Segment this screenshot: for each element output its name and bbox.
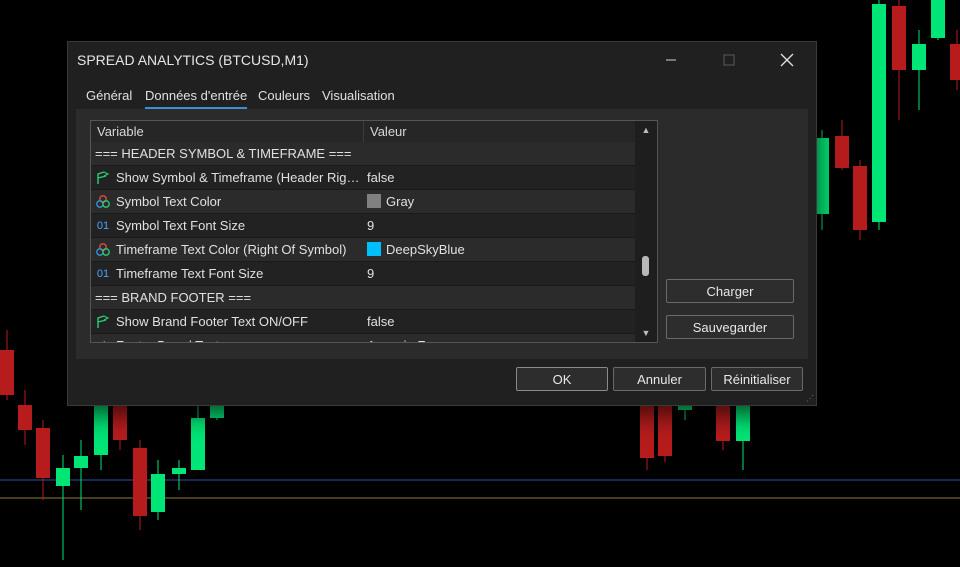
string-icon: ab	[95, 338, 111, 342]
candle-body	[950, 44, 960, 80]
minimize-icon[interactable]	[642, 42, 700, 78]
scroll-up-icon[interactable]: ▲	[636, 121, 656, 139]
candle-body	[716, 405, 730, 441]
candle-body	[191, 418, 205, 470]
candle-body	[0, 350, 14, 395]
variable-label: Symbol Text Font Size	[116, 218, 246, 233]
variable-cell: Show Brand Footer Text ON/OFF	[91, 310, 363, 333]
scroll-down-icon[interactable]: ▼	[636, 324, 656, 342]
color-icon	[95, 242, 111, 258]
candle-body	[931, 0, 945, 38]
value-text: false	[367, 314, 395, 329]
variable-label: Show Symbol & Timeframe (Header Rig…	[116, 170, 360, 185]
candle-body	[18, 405, 32, 430]
candle-body	[133, 448, 147, 516]
save-button[interactable]: Sauvegarder	[666, 315, 794, 339]
value-cell[interactable]: DeepSkyBlue	[364, 238, 635, 261]
candle-body	[835, 136, 849, 168]
ok-button[interactable]: OK	[516, 367, 608, 391]
value-text: Avaquin Fx	[367, 338, 432, 342]
value-text: 9	[367, 218, 375, 233]
tab-inputs[interactable]: Données d'entrée	[145, 88, 248, 109]
variable-cell: 01 Timeframe Text Font Size	[91, 262, 363, 285]
value-cell[interactable]: Gray	[364, 190, 635, 213]
table-row[interactable]: 01 Symbol Text Font Size 9	[91, 214, 635, 238]
maximize-icon[interactable]	[700, 42, 758, 78]
color-icon	[95, 194, 111, 210]
candle-body	[912, 44, 926, 70]
tab-visualisation[interactable]: Visualisation	[322, 88, 395, 103]
table-row[interactable]: Timeframe Text Color (Right Of Symbol) De…	[91, 238, 635, 262]
candle-body	[892, 6, 906, 70]
column-header-value[interactable]: Valeur	[364, 121, 635, 142]
candle-body	[658, 405, 672, 456]
variable-cell: Symbol Text Color	[91, 190, 363, 213]
variable-label: Symbol Text Color	[116, 194, 222, 209]
column-header-variable[interactable]: Variable	[91, 121, 363, 142]
cancel-button[interactable]: Annuler	[613, 367, 706, 391]
int-icon: 01	[96, 220, 110, 232]
scroll-thumb[interactable]	[642, 256, 649, 276]
table-row[interactable]: Show Symbol & Timeframe (Header Rig… fals…	[91, 166, 635, 190]
variable-label: === BRAND FOOTER ===	[95, 290, 252, 305]
load-button[interactable]: Charger	[666, 279, 794, 303]
candle-body	[56, 468, 70, 486]
tab-general[interactable]: Général	[86, 88, 132, 103]
table-section-row[interactable]: === HEADER SYMBOL & TIMEFRAME ===	[91, 142, 635, 166]
variable-cell: 01 Symbol Text Font Size	[91, 214, 363, 237]
resize-grip-icon[interactable]: ⋰	[806, 394, 814, 403]
value-cell[interactable]: false	[364, 310, 635, 333]
candle-body	[36, 428, 50, 478]
value-text: DeepSkyBlue	[386, 242, 465, 257]
variable-label: Show Brand Footer Text ON/OFF	[116, 314, 308, 329]
value-text: 9	[367, 266, 375, 281]
variable-cell: ab Footer Brand Text	[91, 334, 363, 342]
int-icon: 01	[96, 268, 110, 280]
reset-button[interactable]: Réinitialiser	[711, 367, 803, 391]
value-text: Gray	[386, 194, 415, 209]
variable-label: === HEADER SYMBOL & TIMEFRAME ===	[95, 146, 352, 161]
value-cell[interactable]: 9	[364, 262, 635, 285]
candle-body	[736, 402, 750, 441]
close-icon[interactable]	[758, 42, 816, 78]
variable-cell: Show Symbol & Timeframe (Header Rig…	[91, 166, 363, 189]
tab-colors[interactable]: Couleurs	[258, 88, 310, 103]
value-cell[interactable]: 9	[364, 214, 635, 237]
bool-icon	[95, 314, 111, 330]
candle-body	[815, 138, 829, 214]
table-section-row[interactable]: === BRAND FOOTER ===	[91, 286, 635, 310]
value-cell[interactable]: false	[364, 166, 635, 189]
variable-cell: === HEADER SYMBOL & TIMEFRAME ===	[91, 142, 363, 165]
color-swatch	[367, 194, 381, 208]
settings-dialog: SPREAD ANALYTICS (BTCUSD,M1) Général Don…	[67, 41, 817, 406]
table-row[interactable]: Symbol Text Color Gray	[91, 190, 635, 214]
variable-label: Footer Brand Text	[116, 334, 219, 342]
variable-label: Timeframe Text Color (Right Of Symbol)	[116, 242, 347, 257]
bool-icon	[95, 170, 111, 186]
inputs-table: Variable Valeur === HEADER SYMBOL & TIME…	[90, 120, 658, 343]
table-scrollbar[interactable]: ▲ ▼	[636, 121, 656, 342]
value-cell[interactable]	[364, 286, 635, 309]
value-text: false	[367, 170, 395, 185]
variable-label: Timeframe Text Font Size	[116, 266, 264, 281]
value-cell[interactable]	[364, 142, 635, 165]
candle-body	[172, 468, 186, 474]
candle-body	[74, 456, 88, 468]
table-row[interactable]: 01 Timeframe Text Font Size 9	[91, 262, 635, 286]
value-cell[interactable]: Avaquin Fx	[364, 334, 635, 342]
table-row[interactable]: Show Brand Footer Text ON/OFF false	[91, 310, 635, 334]
window-title: SPREAD ANALYTICS (BTCUSD,M1)	[77, 52, 309, 68]
variable-cell: === BRAND FOOTER ===	[91, 286, 363, 309]
table-row[interactable]: ab Footer Brand Text Avaquin Fx	[91, 334, 635, 342]
title-bar[interactable]: SPREAD ANALYTICS (BTCUSD,M1)	[68, 42, 816, 78]
candle-body	[853, 166, 867, 230]
variable-cell: Timeframe Text Color (Right Of Symbol)	[91, 238, 363, 261]
candle-body	[151, 474, 165, 512]
candle-body	[872, 4, 886, 222]
color-swatch	[367, 242, 381, 256]
candle-body	[210, 404, 224, 418]
